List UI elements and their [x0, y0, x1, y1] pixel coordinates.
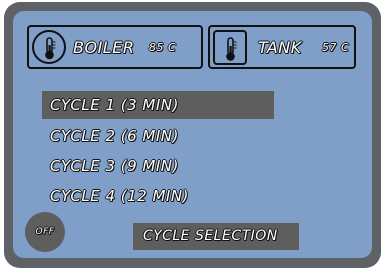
boiler-temperature: 85 C [149, 41, 177, 55]
tank-temperature: 57 C [322, 41, 350, 55]
cycle-option-3[interactable]: CYCLE 3 (9 MIN) [50, 152, 179, 180]
cycle-selection-title: CYCLE SELECTION [143, 228, 278, 245]
thermometer-icon [32, 30, 66, 64]
cycle-option-1[interactable]: CYCLE 1 (3 MIN) [42, 91, 274, 119]
cycle-option-2[interactable]: CYCLE 2 (6 MIN) [50, 122, 179, 150]
boiler-panel: BOILER 85 C [27, 25, 203, 69]
boiler-label: BOILER [73, 38, 135, 58]
cycle-selection-bar: CYCLE SELECTION [133, 223, 299, 250]
off-button[interactable]: OFF [25, 212, 65, 252]
lcd-screen: BOILER 85 C TANK 57 C CYCLE 1 (3 MIN) CY… [13, 11, 372, 258]
tank-panel: TANK 57 C [208, 25, 356, 69]
tank-label: TANK [258, 38, 302, 58]
cycle-option-4[interactable]: CYCLE 4 (12 MIN) [50, 182, 189, 210]
thermometer-icon [213, 30, 247, 65]
off-button-label: OFF [35, 227, 55, 238]
